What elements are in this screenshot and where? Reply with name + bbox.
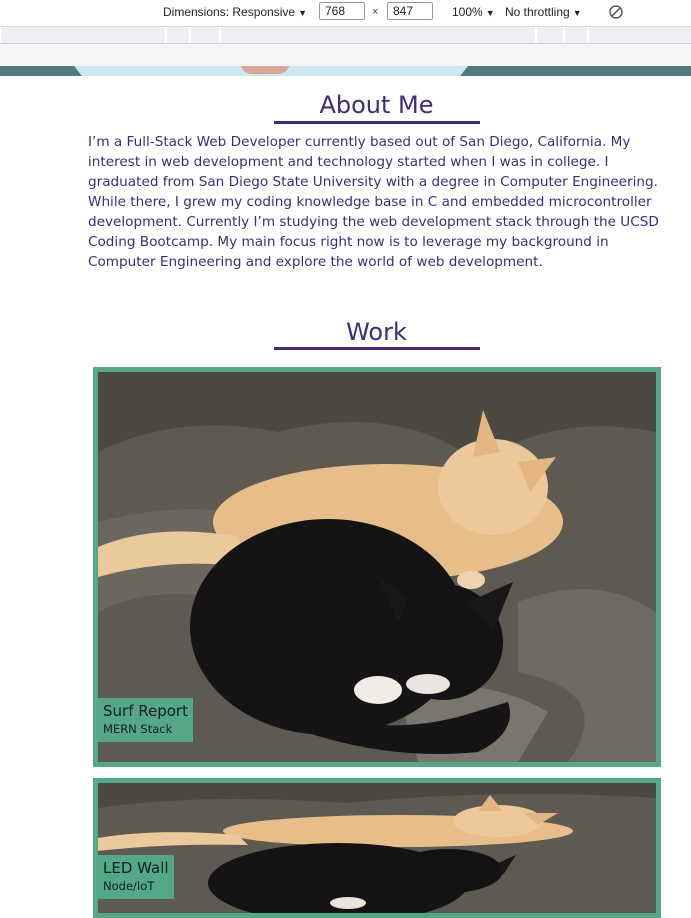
work-title: Work	[346, 318, 407, 346]
zoom-dropdown[interactable]: 100% ▼	[452, 5, 495, 19]
ruler-segment[interactable]	[564, 27, 588, 43]
zoom-label: 100%	[452, 5, 483, 19]
width-input[interactable]	[319, 2, 365, 20]
chevron-down-icon: ▼	[485, 8, 495, 18]
rotate-icon	[609, 5, 623, 19]
ruler-segment[interactable]	[220, 27, 536, 43]
chevron-down-icon: ▼	[572, 8, 582, 18]
ruler-segment[interactable]	[0, 27, 166, 43]
devtools-device-toolbar: Dimensions: Responsive▼ × 100%▼ No throt…	[0, 0, 691, 27]
work-title-underline	[274, 347, 480, 350]
about-title-underline	[274, 121, 480, 124]
chevron-down-icon: ▼	[298, 8, 307, 18]
ruler-segment[interactable]	[166, 27, 190, 43]
project-card-surf-report[interactable]: Surf Report MERN Stack	[93, 367, 661, 767]
throttling-label: No throttling	[505, 5, 570, 19]
project-subtitle: MERN Stack	[103, 722, 173, 736]
viewport-top-strip	[0, 44, 691, 66]
ruler-segment[interactable]	[588, 27, 691, 43]
project-image	[98, 783, 656, 913]
dimensions-label: Dimensions: Responsive	[163, 5, 296, 19]
height-input[interactable]	[387, 2, 433, 20]
rotate-button[interactable]	[608, 4, 624, 23]
hero-banner-edge	[0, 66, 691, 76]
ruler-segment[interactable]	[190, 27, 220, 43]
dimensions-dropdown[interactable]: Dimensions: Responsive ▼	[163, 5, 307, 19]
about-paragraph: I’m a Full-Stack Web Developer currently…	[88, 134, 659, 270]
about-title: About Me	[319, 91, 434, 119]
ruler-segment[interactable]	[536, 27, 564, 43]
project-card-led-wall[interactable]: LED Wall Node/IoT	[93, 778, 661, 918]
hero-portrait	[240, 66, 290, 74]
times-separator: ×	[372, 6, 379, 18]
project-caption: Surf Report MERN Stack	[98, 698, 193, 742]
project-title[interactable]: LED Wall	[103, 858, 169, 878]
project-subtitle: Node/IoT	[103, 879, 155, 893]
media-query-ruler[interactable]	[0, 27, 691, 44]
throttling-dropdown[interactable]: No throttling ▼	[505, 5, 582, 19]
project-title[interactable]: Surf Report	[103, 701, 188, 721]
project-caption: LED Wall Node/IoT	[98, 855, 174, 899]
